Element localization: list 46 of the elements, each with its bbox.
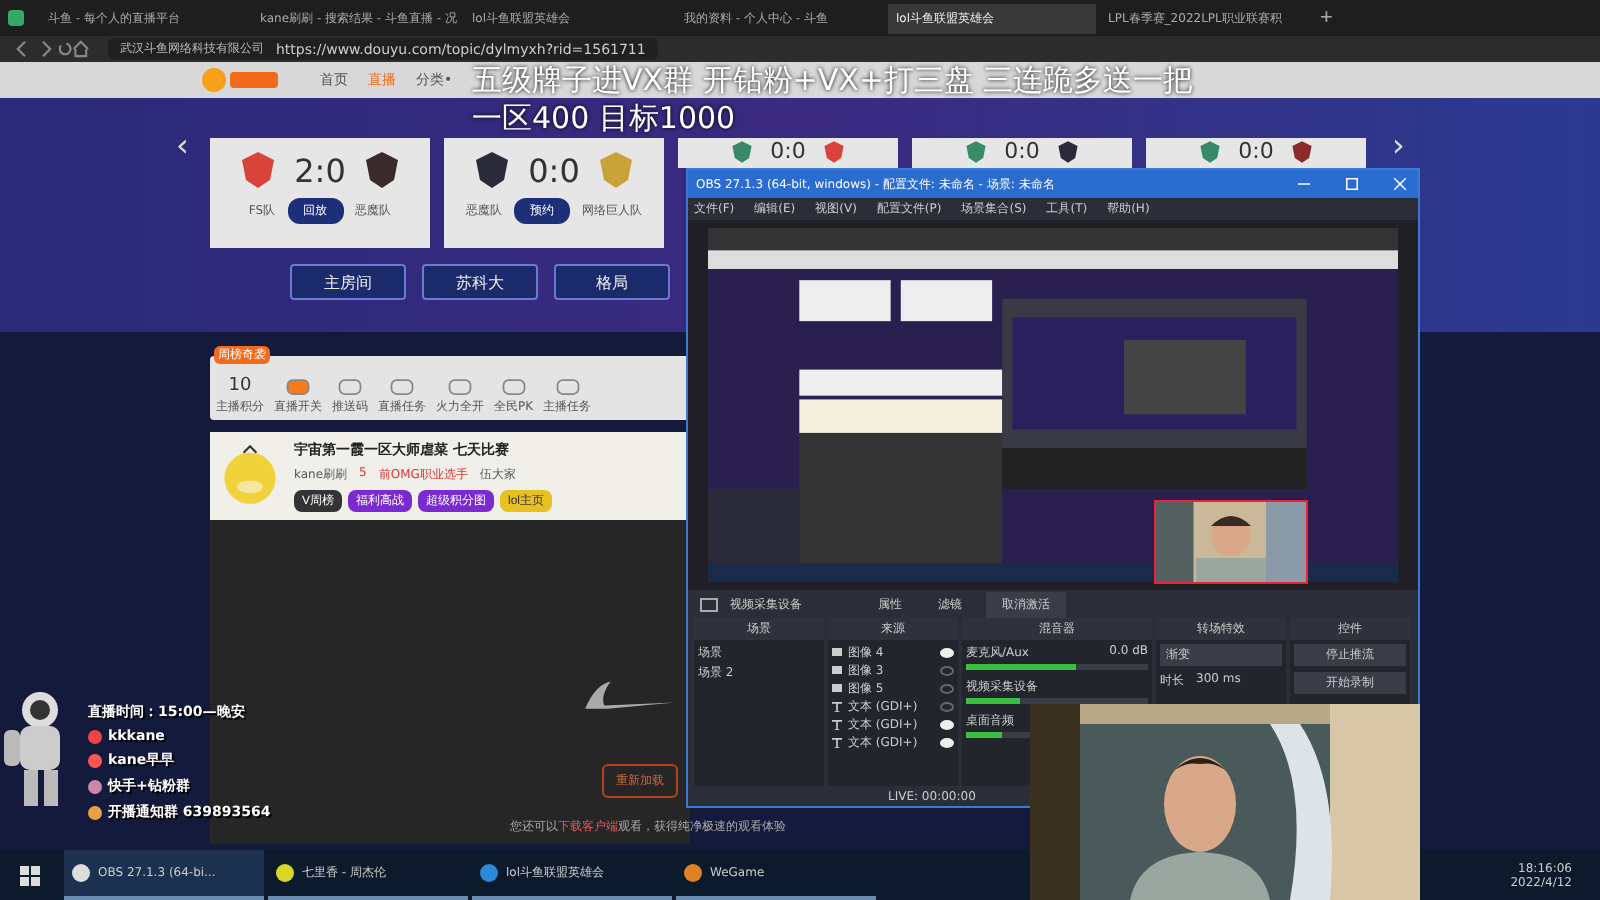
previous-arrow[interactable]: ‹	[176, 130, 189, 162]
text-icon	[832, 701, 842, 711]
new-tab-button[interactable]: +	[1312, 6, 1341, 30]
team-logo-icon	[1198, 140, 1223, 164]
match-score: 2:0	[294, 151, 346, 189]
tool-icon[interactable]	[336, 378, 364, 396]
tool-icon[interactable]	[284, 378, 312, 396]
maximize-icon[interactable]	[1346, 178, 1358, 190]
next-arrow[interactable]: ›	[1392, 130, 1405, 162]
team-logo-icon	[964, 140, 989, 164]
room-tab-button[interactable]: 主房间	[290, 264, 406, 300]
team-logo-icon	[730, 140, 755, 164]
score-value: 10	[228, 376, 252, 396]
match-score: 0:0	[528, 151, 580, 189]
tool-icon[interactable]	[499, 378, 528, 396]
room-tab-button[interactable]: 苏科大	[422, 264, 538, 300]
team-logo-icon	[1055, 140, 1080, 164]
team-logo-icon	[361, 150, 402, 190]
navigation-icons[interactable]	[12, 40, 92, 58]
app-icon	[8, 10, 24, 26]
start-icon[interactable]	[20, 865, 40, 885]
tool-icon[interactable]	[553, 378, 582, 396]
match-score: 0:0	[770, 140, 806, 164]
team-logo-icon	[595, 150, 636, 190]
match-card[interactable]: 0:0	[1146, 138, 1366, 168]
text-icon	[832, 719, 842, 729]
minimize-icon[interactable]	[1298, 178, 1310, 190]
match-score: 0:0	[1238, 140, 1274, 164]
team-logo-icon	[238, 150, 279, 190]
match-card[interactable]: 0:0	[678, 138, 898, 168]
team-logo-icon	[821, 140, 846, 164]
duck-avatar-icon	[218, 440, 282, 508]
overlay-caption: 五级牌子进VX群 开钻粉+VX+打三盘 三连跪多送一把	[472, 62, 1194, 98]
fish-logo-icon[interactable]	[200, 66, 280, 94]
room-tab-button[interactable]: 格局	[554, 264, 670, 300]
match-score: 0:0	[1004, 140, 1040, 164]
overlay-caption: 一区400 目标1000	[472, 100, 736, 136]
close-icon[interactable]	[1394, 178, 1406, 190]
tool-icon[interactable]	[446, 378, 474, 396]
camera-icon	[700, 597, 718, 611]
text-icon	[832, 737, 842, 747]
tool-icon[interactable]	[388, 378, 416, 396]
team-logo-icon	[472, 150, 513, 190]
match-card[interactable]: 0:0	[912, 138, 1132, 168]
fin-logo-icon	[582, 680, 678, 712]
team-logo-icon	[1289, 140, 1314, 164]
